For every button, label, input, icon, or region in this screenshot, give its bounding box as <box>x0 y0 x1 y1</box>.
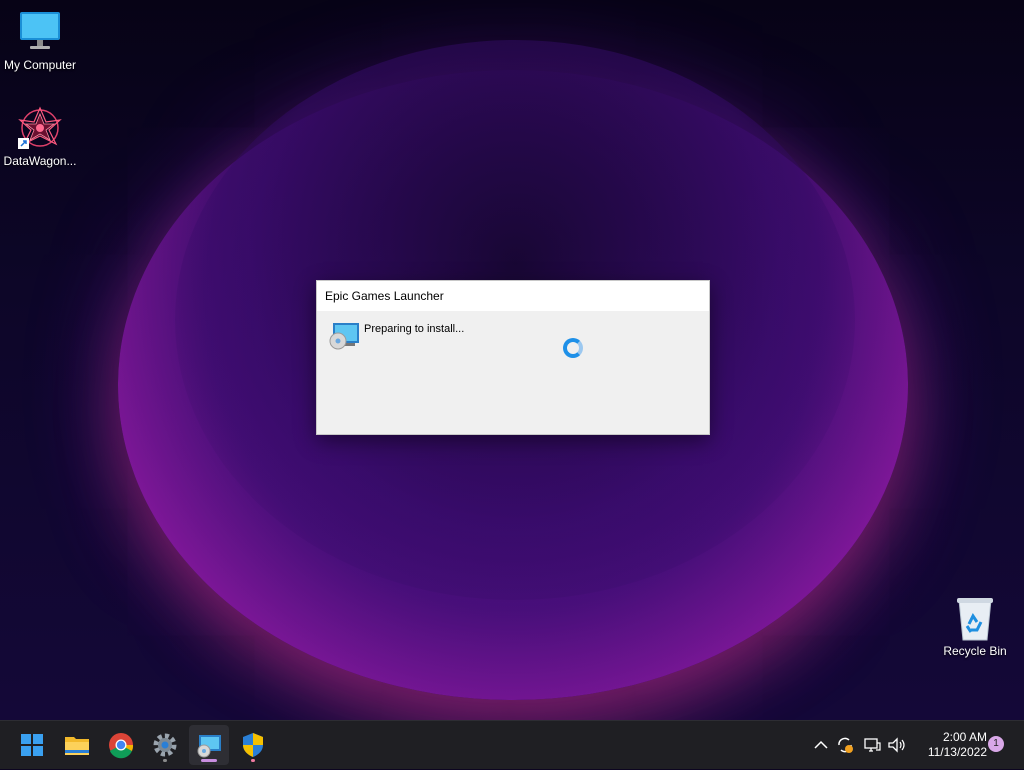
chrome-icon <box>109 733 134 759</box>
dialog-title: Epic Games Launcher <box>325 289 444 303</box>
clock-time: 2:00 AM <box>942 730 987 744</box>
desktop-icon-label: DataWagon... <box>3 154 77 168</box>
installer-icon <box>329 321 361 351</box>
desktop-icon-datawagon[interactable]: DataWagon... <box>0 106 80 168</box>
recycle-bin-icon <box>951 596 999 641</box>
taskbar-installer[interactable] <box>189 725 229 765</box>
sync-icon[interactable] <box>835 735 855 755</box>
chevron-up-icon[interactable] <box>812 737 830 753</box>
network-icon[interactable] <box>862 735 882 755</box>
install-status-text: Preparing to install... <box>364 323 465 335</box>
running-indicator <box>163 759 167 762</box>
taskbar-file-explorer[interactable] <box>57 725 97 765</box>
dialog-body: Preparing to install... <box>317 311 709 433</box>
taskbar-clock[interactable]: 2:00 AM 11/13/2022 <box>915 730 987 760</box>
taskbar-settings[interactable] <box>145 725 185 765</box>
windows-start-icon <box>21 734 43 756</box>
desktop: My Computer DataWagon... Recycle Bin Epi… <box>0 0 1024 720</box>
taskbar-windows-security[interactable] <box>233 725 273 765</box>
clock-date: 11/13/2022 <box>927 745 987 759</box>
dialog-titlebar[interactable]: Epic Games Launcher <box>317 281 709 311</box>
datawagon-app-icon <box>16 106 64 150</box>
taskbar: 2:00 AM 11/13/2022 1 <box>0 720 1024 769</box>
desktop-icon-recycle-bin[interactable]: Recycle Bin <box>935 596 1015 658</box>
volume-icon[interactable] <box>886 735 908 755</box>
start-button[interactable] <box>12 725 52 765</box>
monitor-icon <box>16 10 64 54</box>
active-indicator <box>201 759 217 762</box>
folder-icon <box>65 737 89 755</box>
desktop-icon-label: My Computer <box>3 58 77 72</box>
desktop-icon-label: Recycle Bin <box>943 644 1007 658</box>
taskbar-chrome[interactable] <box>101 725 141 765</box>
loading-spinner <box>563 338 583 358</box>
install-dialog[interactable]: Epic Games Launcher Preparing to install… <box>316 280 710 435</box>
running-indicator <box>251 759 255 762</box>
notification-badge[interactable]: 1 <box>988 736 1004 752</box>
desktop-icon-my-computer[interactable]: My Computer <box>0 10 80 72</box>
